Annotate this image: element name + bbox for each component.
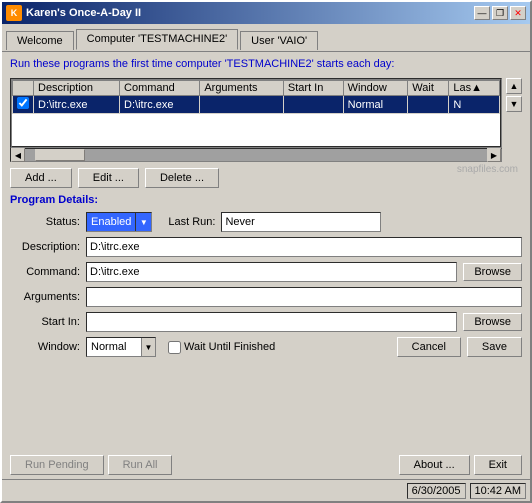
title-buttons: — ❐ ✕ <box>474 6 526 20</box>
table-row[interactable]: D:\itrc.exe D:\itrc.exe Normal N <box>13 96 500 114</box>
programs-table-wrapper: Description Command Arguments Start In W… <box>10 78 502 148</box>
status-right: 6/30/2005 10:42 AM <box>407 483 526 499</box>
window-dropdown[interactable]: Normal ▼ <box>86 337 156 357</box>
tab-welcome[interactable]: Welcome <box>6 31 74 50</box>
last-run-input[interactable] <box>221 212 381 232</box>
startin-row: Start In: Browse <box>10 312 522 332</box>
vscroll-up-button[interactable]: ▲ <box>506 78 522 94</box>
row-description: D:\itrc.exe <box>34 96 120 114</box>
browse-command-button[interactable]: Browse <box>463 263 522 281</box>
delete-button[interactable]: Delete ... <box>145 168 219 188</box>
status-dropdown[interactable]: Enabled ▼ <box>86 212 152 232</box>
hscroll-thumb[interactable] <box>35 149 85 161</box>
exit-button[interactable]: Exit <box>474 455 522 475</box>
row-wait <box>408 96 449 114</box>
row-arguments <box>200 96 284 114</box>
add-button[interactable]: Add ... <box>10 168 72 188</box>
save-button[interactable]: Save <box>467 337 522 357</box>
minimize-button[interactable]: — <box>474 6 490 20</box>
tab-user[interactable]: User 'VAIO' <box>240 31 318 50</box>
wait-label: Wait Until Finished <box>184 341 275 353</box>
col-last: Las▲ <box>449 81 500 96</box>
title-bar: K Karen's Once-A-Day II — ❐ ✕ <box>2 2 530 24</box>
description-label: Description: <box>10 241 80 253</box>
status-date: 6/30/2005 <box>407 483 466 499</box>
table-section: Description Command Arguments Start In W… <box>10 78 502 162</box>
program-details-label: Program Details: <box>10 194 522 206</box>
window-row: Window: Normal ▼ Wait Until Finished Can… <box>10 337 522 357</box>
hscroll-right-button[interactable]: ▶ <box>487 148 501 162</box>
status-time: 10:42 AM <box>470 483 526 499</box>
col-arguments: Arguments <box>200 81 284 96</box>
tab-user-label: User 'VAIO' <box>251 35 307 47</box>
edit-button[interactable]: Edit ... <box>78 168 139 188</box>
last-run-label: Last Run: <box>168 216 215 228</box>
about-button[interactable]: About ... <box>399 455 470 475</box>
footer-right: About ... Exit <box>399 455 522 475</box>
col-check <box>13 81 34 96</box>
description-row: Description: <box>10 237 522 257</box>
status-value: Enabled <box>87 216 135 228</box>
status-row: Status: Enabled ▼ Last Run: <box>10 212 522 232</box>
row-command: D:\itrc.exe <box>120 96 200 114</box>
command-label: Command: <box>10 266 80 278</box>
app-icon: K <box>6 5 22 21</box>
startin-label: Start In: <box>10 316 80 328</box>
table-container: Description Command Arguments Start In W… <box>10 78 522 162</box>
program-details-form: Status: Enabled ▼ Last Run: Description:… <box>10 212 522 357</box>
tab-bar: Welcome Computer 'TESTMACHINE2' User 'VA… <box>2 24 530 52</box>
run-label: Run these programs the first time comput… <box>10 58 522 70</box>
description-input[interactable] <box>86 237 522 257</box>
arguments-row: Arguments: <box>10 287 522 307</box>
col-window: Window <box>343 81 408 96</box>
arguments-input[interactable] <box>86 287 522 307</box>
hscroll-track[interactable] <box>25 149 487 161</box>
tab-computer[interactable]: Computer 'TESTMACHINE2' <box>76 29 239 50</box>
row-checkbox[interactable] <box>13 96 34 114</box>
hscrollbar[interactable]: ◀ ▶ <box>10 148 502 162</box>
cancel-button[interactable]: Cancel <box>397 337 461 357</box>
close-button[interactable]: ✕ <box>510 6 526 20</box>
row-last: N <box>449 96 500 114</box>
programs-table: Description Command Arguments Start In W… <box>12 80 500 114</box>
col-description: Description <box>34 81 120 96</box>
row-startin <box>283 96 343 114</box>
footer-left: Run Pending Run All <box>10 455 172 475</box>
arguments-label: Arguments: <box>10 291 80 303</box>
command-input[interactable] <box>86 262 457 282</box>
col-command: Command <box>120 81 200 96</box>
status-dropdown-arrow[interactable]: ▼ <box>135 213 151 231</box>
main-window: K Karen's Once-A-Day II — ❐ ✕ Welcome Co… <box>0 0 532 503</box>
window-dropdown-arrow[interactable]: ▼ <box>141 338 155 356</box>
run-pending-button[interactable]: Run Pending <box>10 455 104 475</box>
wait-checkbox[interactable] <box>168 341 181 354</box>
hscroll-left-button[interactable]: ◀ <box>11 148 25 162</box>
main-content: Run these programs the first time comput… <box>2 52 530 451</box>
vscroll-buttons: ▲ ▼ <box>506 78 522 162</box>
restore-button[interactable]: ❐ <box>492 6 508 20</box>
footer-row: Run Pending Run All About ... Exit <box>2 451 530 479</box>
browse-startin-button[interactable]: Browse <box>463 313 522 331</box>
window-title: Karen's Once-A-Day II <box>26 7 141 19</box>
last-run-group: Last Run: <box>168 212 381 232</box>
vscroll-down-button[interactable]: ▼ <box>506 96 522 112</box>
tab-computer-label: Computer 'TESTMACHINE2' <box>87 33 228 45</box>
status-label: Status: <box>10 216 80 228</box>
col-wait: Wait <box>408 81 449 96</box>
wait-checkbox-label[interactable]: Wait Until Finished <box>168 341 275 354</box>
tab-welcome-label: Welcome <box>17 35 63 47</box>
row-check-input[interactable] <box>17 97 29 109</box>
startin-input[interactable] <box>86 312 457 332</box>
watermark: snapfiles.com <box>457 164 522 188</box>
title-bar-left: K Karen's Once-A-Day II <box>6 5 141 21</box>
status-bar: 6/30/2005 10:42 AM <box>2 479 530 501</box>
window-label: Window: <box>10 341 80 353</box>
window-value: Normal <box>87 341 141 353</box>
run-all-button[interactable]: Run All <box>108 455 173 475</box>
spacer <box>225 168 451 188</box>
col-startin: Start In <box>283 81 343 96</box>
command-row: Command: Browse <box>10 262 522 282</box>
row-window: Normal <box>343 96 408 114</box>
crud-buttons: Add ... Edit ... Delete ... snapfiles.co… <box>10 168 522 188</box>
